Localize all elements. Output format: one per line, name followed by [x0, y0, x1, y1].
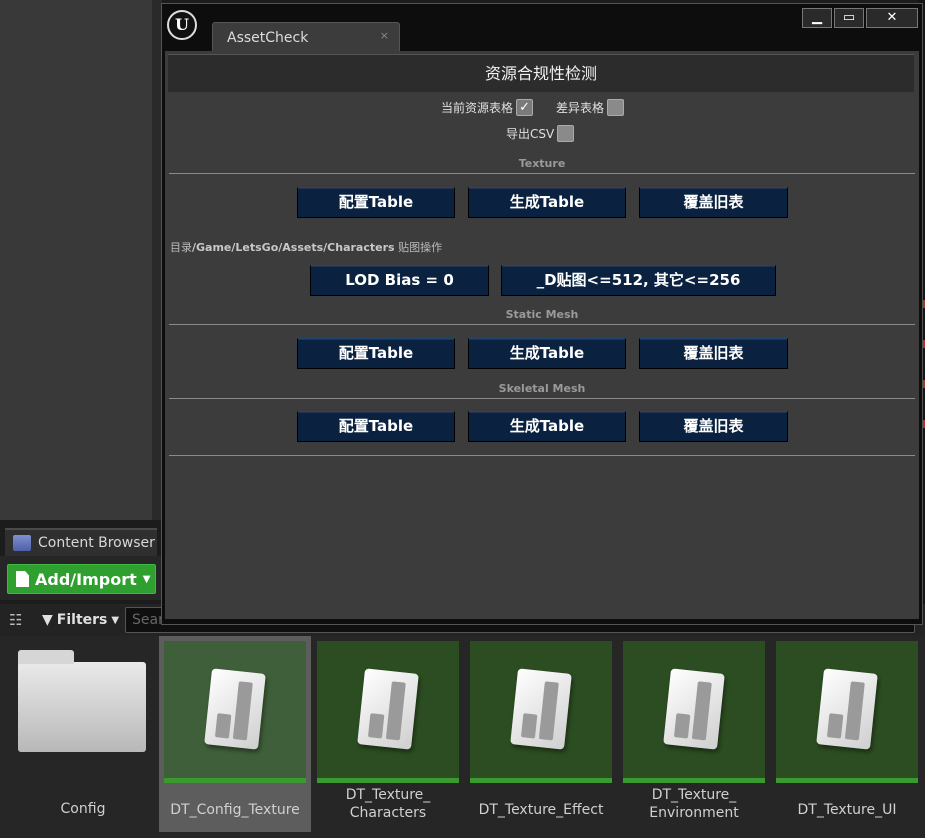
- current-table-option: 当前资源表格 ✓: [441, 99, 534, 116]
- asset-label: DT_Config_Texture: [170, 802, 300, 818]
- assetcheck-window: U AssetCheck × ▁ ▭ ✕ 资源合规性检测 当前资源表格 ✓ 差异…: [161, 3, 923, 625]
- divider: [169, 173, 915, 174]
- asset-label: Config: [60, 801, 106, 817]
- add-import-button[interactable]: Add/Import ▼: [7, 564, 156, 594]
- datatable-icon: [816, 668, 878, 750]
- section-title-static-mesh: Static Mesh: [505, 308, 579, 321]
- assetcheck-panel: 资源合规性检测 当前资源表格 ✓ 差异表格 导出CSV Texture 配置Ta…: [165, 51, 919, 619]
- chevron-down-icon: ▼: [111, 614, 120, 626]
- section-title-texture: Texture: [518, 157, 566, 170]
- tab-assetcheck[interactable]: AssetCheck ×: [212, 22, 400, 52]
- close-window-button[interactable]: ✕: [866, 8, 918, 28]
- texture-size-limit-button[interactable]: _D贴图<=512, 其它<=256: [501, 265, 776, 296]
- datatable-icon: [357, 668, 419, 750]
- asset-label: DT_Texture_ Characters: [345, 787, 431, 821]
- skeletalmesh-overwrite-table-button[interactable]: 覆盖旧表: [639, 411, 788, 442]
- diff-table-checkbox[interactable]: [607, 99, 625, 116]
- new-document-icon: [16, 571, 29, 587]
- staticmesh-config-table-button[interactable]: 配置Table: [297, 338, 455, 369]
- export-csv-label: 导出CSV: [506, 127, 555, 141]
- asset-label: DT_Texture_UI: [797, 802, 897, 818]
- diff-table-option: 差异表格: [556, 99, 625, 116]
- filters-label: Filters: [56, 612, 108, 628]
- chevron-down-icon: ▼: [142, 573, 151, 585]
- datatable-icon: [510, 668, 572, 750]
- panel-title: 资源合规性检测: [168, 54, 914, 92]
- add-import-label: Add/Import: [35, 569, 137, 589]
- window-titlebar[interactable]: U AssetCheck × ▁ ▭ ✕: [162, 4, 922, 52]
- asset-folder-config[interactable]: Config: [8, 636, 158, 832]
- export-csv-option: 导出CSV: [506, 125, 575, 142]
- asset-thumbnail: [164, 641, 306, 783]
- asset-thumbnail: [470, 641, 612, 783]
- content-browser-tab-label: Content Browser: [38, 535, 155, 551]
- unreal-logo-icon: U: [167, 10, 197, 40]
- asset-tile[interactable]: DT_Texture_UI: [771, 636, 923, 832]
- maximize-button[interactable]: ▭: [834, 8, 864, 28]
- datatable-icon: [663, 668, 725, 750]
- content-browser-icon: [13, 535, 31, 551]
- export-csv-checkbox[interactable]: [557, 125, 575, 142]
- asset-thumbnail: [623, 641, 765, 783]
- skeletalmesh-config-table-button[interactable]: 配置Table: [297, 411, 455, 442]
- lod-bias-button[interactable]: LOD Bias = 0: [310, 265, 489, 296]
- divider: [169, 398, 915, 399]
- divider: [169, 455, 915, 456]
- filters-button[interactable]: ▼ Filters ▼: [42, 609, 119, 631]
- asset-label: DT_Texture_Effect: [478, 802, 604, 818]
- current-table-label: 当前资源表格: [441, 101, 514, 115]
- window-controls: ▁ ▭ ✕: [802, 8, 918, 28]
- level-viewport[interactable]: [0, 0, 158, 520]
- texture-overwrite-table-button[interactable]: 覆盖旧表: [639, 187, 788, 218]
- current-table-checkbox[interactable]: ✓: [516, 99, 534, 116]
- texture-directory-label: 目录/Game/LetsGo/Assets/Characters 贴图操作: [170, 241, 443, 254]
- staticmesh-generate-table-button[interactable]: 生成Table: [468, 338, 626, 369]
- diff-table-label: 差异表格: [556, 101, 605, 115]
- content-browser-tab[interactable]: Content Browser: [5, 528, 157, 556]
- minimize-button[interactable]: ▁: [802, 8, 832, 28]
- asset-tile[interactable]: DT_Texture_ Environment: [618, 636, 770, 832]
- divider: [169, 324, 915, 325]
- datatable-icon: [204, 668, 266, 750]
- asset-label: DT_Texture_ Environment: [649, 787, 739, 821]
- skeletalmesh-generate-table-button[interactable]: 生成Table: [468, 411, 626, 442]
- asset-tile[interactable]: DT_Texture_Effect: [465, 636, 617, 832]
- section-title-skeletal-mesh: Skeletal Mesh: [498, 382, 586, 395]
- tab-title: AssetCheck: [227, 29, 309, 46]
- asset-thumbnail: [317, 641, 459, 783]
- funnel-icon: ▼: [42, 612, 53, 628]
- sources-toggle-icon[interactable]: ☷: [9, 611, 31, 629]
- asset-thumbnail: [776, 641, 918, 783]
- asset-tile[interactable]: DT_Config_Texture: [159, 636, 311, 832]
- texture-generate-table-button[interactable]: 生成Table: [468, 187, 626, 218]
- asset-tile[interactable]: DT_Texture_ Characters: [312, 636, 464, 832]
- texture-config-table-button[interactable]: 配置Table: [297, 187, 455, 218]
- close-icon[interactable]: ×: [380, 29, 389, 42]
- folder-icon: [18, 650, 146, 752]
- staticmesh-overwrite-table-button[interactable]: 覆盖旧表: [639, 338, 788, 369]
